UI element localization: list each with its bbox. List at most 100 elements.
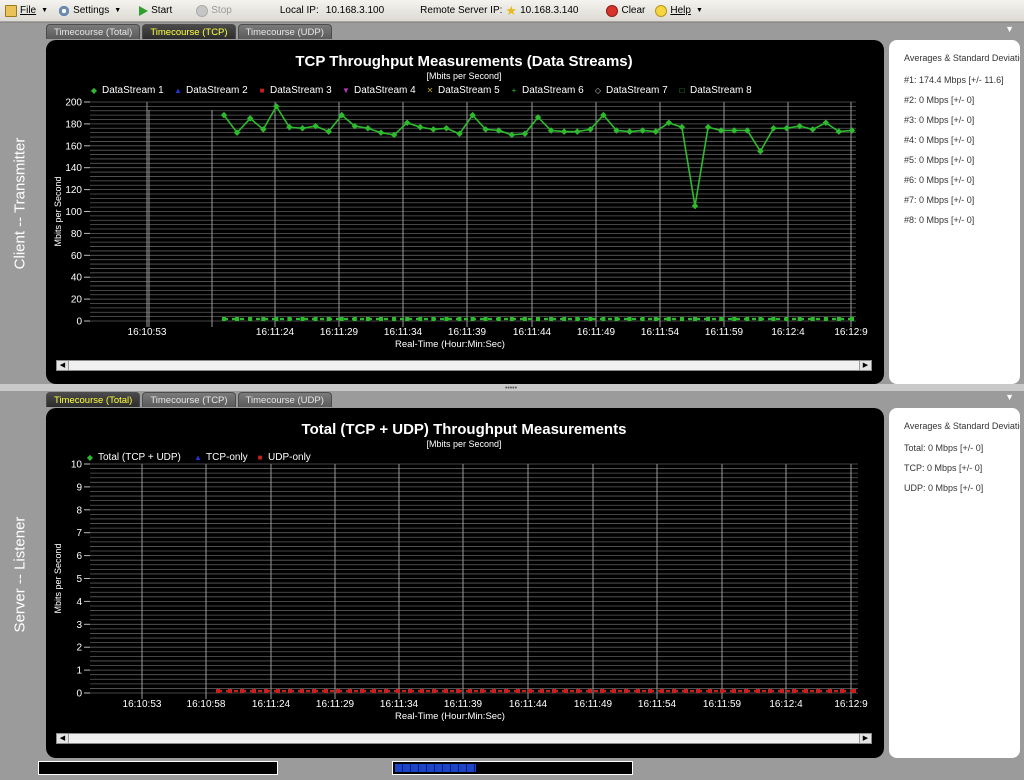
data-point [287,317,292,321]
x-axis-label: Real-Time (Hour:Min:Sec) [395,339,505,350]
data-point [771,317,776,321]
legend-label: DataStream 2 [186,85,248,96]
tab-timecourse-tcp[interactable]: Timecourse (TCP) [142,392,236,407]
data-point [696,689,700,693]
panel-splitter[interactable]: • • • • • [0,384,1024,392]
legend-marker: ■ [258,453,263,462]
clear-button[interactable]: Clear [601,1,650,21]
data-point [299,125,306,132]
data-point [364,125,372,132]
chart-title: Total (TCP + UDP) Throughput Measurement… [302,421,627,438]
data-point [377,129,385,136]
stop-icon [196,4,209,17]
scroll-left-icon[interactable]: ◀ [57,734,69,743]
panel-menu-button[interactable]: ▼ [1005,392,1014,402]
data-point [624,689,628,693]
data-point [564,689,568,693]
data-point [372,689,376,693]
data-point [601,317,606,321]
file-menu[interactable]: File ▼ [0,1,53,21]
file-menu-label: File [20,5,37,16]
data-point [823,317,828,321]
help-menu[interactable]: Help ▼ [650,1,708,21]
local-ip: Local IP: 10.168.3.100 [275,1,389,21]
server-stats-panel: Averages & Standard Deviations Total: 0 … [889,408,1020,758]
y-tick-label: 8 [76,505,82,516]
y-tick-label: 1 [76,666,82,677]
stats-row: #8: 0 Mbps [+/- 0] [904,215,975,225]
tab-timecourse-tcp[interactable]: Timecourse (TCP) [142,24,236,39]
data-point [496,317,501,321]
data-point [792,689,796,693]
legend-marker: ✕ [427,86,434,95]
tab-timecourse-total[interactable]: Timecourse (Total) [46,24,141,39]
y-tick-label: 180 [65,119,82,130]
data-point [679,317,684,321]
data-point [339,317,344,321]
scroll-left-icon[interactable]: ◀ [57,361,69,370]
server-tabs: Timecourse (Total) Timecourse (TCP) Time… [46,392,332,407]
x-tick-label: 16:12:9 [834,699,868,710]
data-point [468,689,472,693]
data-point [300,317,305,321]
data-point [430,126,437,133]
stop-button[interactable]: Stop [191,1,237,21]
tab-timecourse-total[interactable]: Timecourse (Total) [46,392,141,407]
y-tick-label: 7 [76,528,82,539]
data-point [684,689,688,693]
x-tick-label: 16:10:53 [123,699,162,710]
data-point [672,689,676,693]
data-point [576,689,580,693]
tab-timecourse-udp[interactable]: Timecourse (UDP) [237,24,332,39]
data-point [852,689,856,693]
tab-timecourse-udp[interactable]: Timecourse (UDP) [237,392,332,407]
data-point [276,689,280,693]
data-point [588,689,592,693]
y-tick-label: 20 [71,295,83,306]
data-point [228,689,232,693]
data-point [540,689,544,693]
y-tick-label: 80 [71,229,83,240]
data-point [480,689,484,693]
data-point [416,123,424,131]
data-point [549,317,554,321]
stats-row: #6: 0 Mbps [+/- 0] [904,175,975,185]
play-icon [139,5,149,16]
legend-marker: ◇ [595,86,602,95]
data-point [216,689,220,693]
legend-label: DataStream 4 [354,85,416,96]
data-point [509,317,514,321]
clear-button-label: Clear [621,5,646,16]
progress-bar [392,761,633,775]
x-tick-label: 16:11:54 [638,699,677,710]
data-point [379,317,383,321]
data-point [575,317,580,321]
gear-icon [58,4,71,17]
help-menu-label: Help [670,5,691,16]
data-point [300,689,304,693]
x-tick-label: 16:11:44 [509,699,548,710]
scroll-right-icon[interactable]: ▶ [859,734,871,743]
x-tick-label: 16:11:59 [703,699,742,710]
data-point [816,689,820,693]
data-point [418,317,423,321]
y-tick-label: 200 [65,98,82,109]
data-point [264,689,268,693]
total-chart-scrollbar[interactable]: ◀ ▶ [56,733,872,744]
help-icon [655,4,668,17]
status-message-field [38,761,278,775]
data-point [797,317,802,321]
start-button[interactable]: Start [134,1,177,21]
scroll-right-icon[interactable]: ▶ [859,361,871,370]
x-tick-label: 16:11:39 [444,699,483,710]
data-point [522,317,527,321]
x-tick-label: 16:11:39 [448,327,487,338]
data-point [720,689,724,693]
tcp-chart-scrollbar[interactable]: ◀ ▶ [56,360,872,371]
settings-menu[interactable]: Settings ▼ [53,1,126,21]
x-tick-label: 16:11:34 [380,699,419,710]
y-tick-label: 10 [71,460,83,471]
progress-fill [395,764,476,772]
panel-menu-button[interactable]: ▼ [1005,24,1014,34]
data-point [536,317,540,321]
